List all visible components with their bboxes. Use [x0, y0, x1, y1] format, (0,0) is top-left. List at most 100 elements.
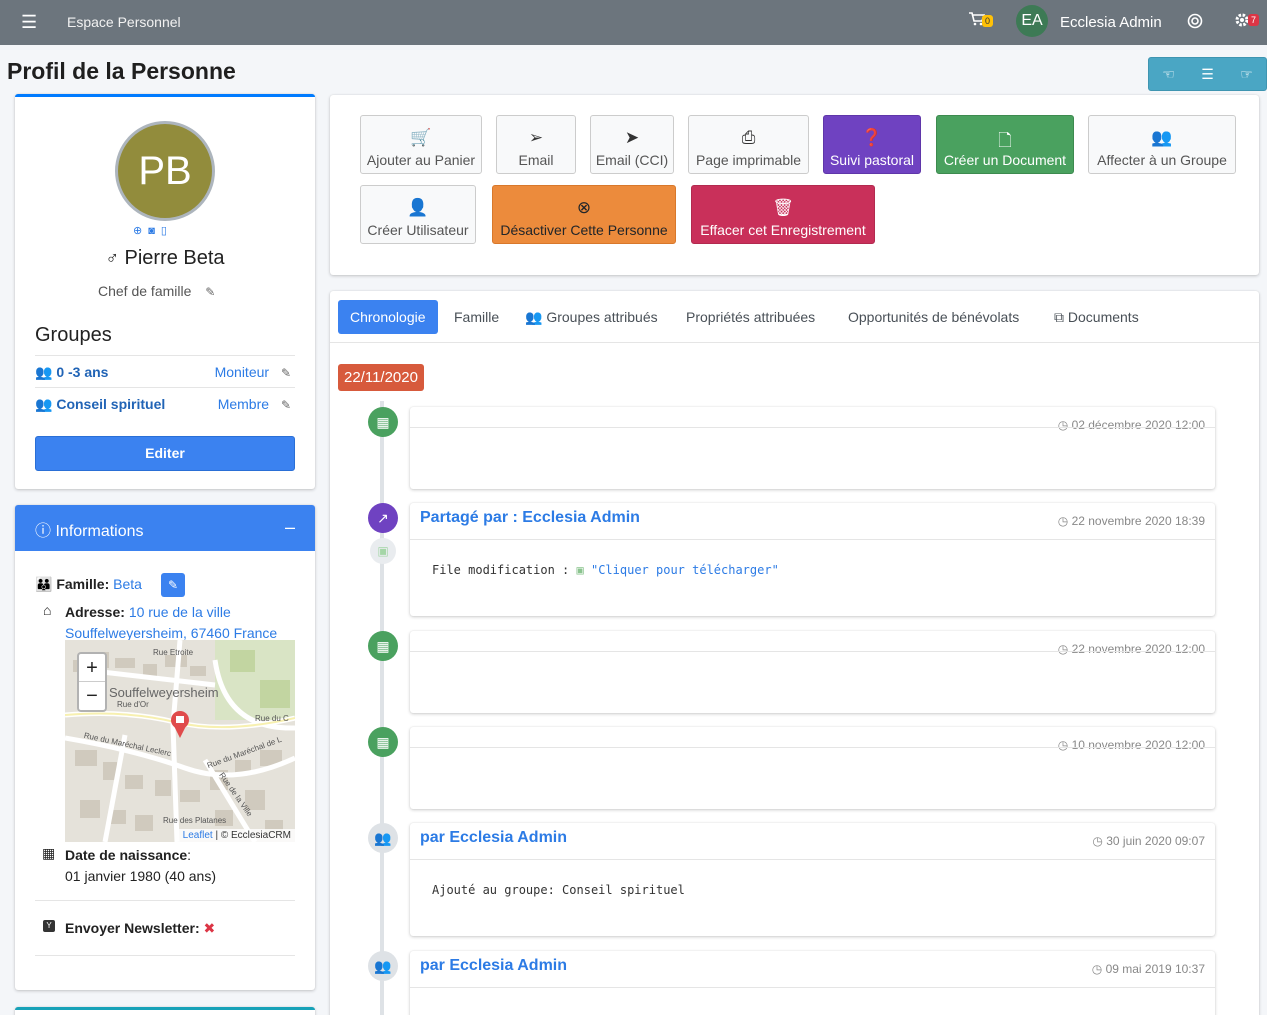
cart-count-badge: 0: [982, 15, 994, 27]
newsletter-row: Envoyer Newsletter: ✖: [65, 920, 215, 937]
page-title: Profil de la Personne: [7, 58, 236, 84]
body-text: File modification :: [432, 563, 577, 577]
add-to-cart-button[interactable]: 🛒 Ajouter au Panier: [360, 115, 482, 174]
address-map[interactable]: Souffelweyersheim Rue Etroite Rue d'Or R…: [65, 640, 295, 842]
users-icon: 👥: [368, 951, 398, 981]
edit-family-button[interactable]: ✎: [161, 573, 185, 597]
timeline-header[interactable]: Partagé par : Ecclesia Admin: [420, 509, 640, 527]
users-icon: 👥: [368, 823, 398, 853]
group-role-text: Moniteur: [214, 364, 270, 380]
paper-plane-outline-icon: ➢: [528, 128, 544, 147]
timeline-time: ◷ 09 mai 2019 10:37: [1091, 962, 1205, 976]
divider: [410, 539, 1215, 540]
user-name[interactable]: Ecclesia Admin: [1060, 14, 1162, 31]
zoom-in-button[interactable]: +: [79, 654, 105, 682]
timeline-line: [380, 401, 384, 1015]
tab-documents[interactable]: ⧉ Documents: [1042, 300, 1151, 334]
pastoral-care-button[interactable]: ❓ Suivi pastoral: [823, 115, 921, 174]
group-name: Conseil spirituel: [56, 396, 166, 412]
time-text: 10 novembre 2020 12:00: [1071, 738, 1205, 752]
time-text: 22 novembre 2020 18:39: [1071, 514, 1205, 528]
tab-proprietes[interactable]: Propriétés attribuées: [674, 300, 827, 334]
tab-famille[interactable]: Famille: [442, 300, 511, 334]
download-link[interactable]: "Cliquer pour télécharger": [591, 563, 779, 577]
page-actions-group: ☜ ☰ ☞: [1148, 57, 1267, 91]
edit-group-role-icon[interactable]: ✎: [281, 366, 291, 380]
hand-point-left-icon[interactable]: ☜: [1149, 58, 1188, 90]
family-link[interactable]: Beta: [113, 576, 142, 592]
timeline-header[interactable]: par Ecclesia Admin: [420, 829, 567, 847]
calendar-icon: ▦: [368, 727, 398, 757]
address-line2-link[interactable]: Souffelweyersheim, 67460 France: [65, 625, 277, 641]
delete-record-button[interactable]: 🗑 Effacer cet Enregistrement: [691, 185, 875, 244]
help-lifering-icon[interactable]: [1187, 13, 1203, 34]
group-role-text: Membre: [217, 396, 270, 412]
email-bcc-button[interactable]: ➤ Email (CCI): [590, 115, 674, 174]
calendar-icon: ▦: [368, 631, 398, 661]
email-button[interactable]: ➢ Email: [496, 115, 576, 174]
create-document-button[interactable]: 🗋 Créer un Document: [936, 115, 1074, 174]
male-icon: ♂: [105, 248, 119, 268]
edit-group-role-icon[interactable]: ✎: [281, 398, 291, 412]
group-role[interactable]: Membre ✎: [218, 396, 291, 412]
zoom-out-button[interactable]: −: [79, 682, 105, 710]
notification-count-badge: 7: [1248, 14, 1260, 26]
calendar-icon: ▦: [368, 407, 398, 437]
zoom-icon[interactable]: ⊕: [133, 225, 148, 237]
timeline-item: ◷ 02 décembre 2020 12:00: [410, 407, 1215, 489]
timeline-time: ◷ 10 novembre 2020 12:00: [1057, 738, 1205, 752]
delete-photo-icon[interactable]: ▯: [161, 225, 173, 237]
group-link[interactable]: 👥 0 -3 ans: [35, 364, 108, 381]
camera-icon[interactable]: ◙: [148, 225, 161, 237]
group-link[interactable]: 👥 Conseil spirituel: [35, 396, 165, 413]
deactivate-person-button[interactable]: ⊗ Désactiver Cette Personne: [492, 185, 676, 244]
button-label: Créer Utilisateur: [367, 222, 469, 238]
create-user-button[interactable]: 👤 Créer Utilisateur: [360, 185, 476, 244]
divider: [35, 955, 295, 956]
user-secret-icon: 👤: [407, 198, 429, 217]
hamburger-menu-icon[interactable]: ☰: [21, 13, 37, 31]
button-label: Affecter à un Groupe: [1097, 152, 1227, 168]
map-zoom-control: + −: [77, 652, 107, 712]
edit-role-icon[interactable]: ✎: [205, 285, 215, 299]
groups-title: Groupes: [35, 324, 112, 346]
info-circle-icon: ⓘ: [35, 523, 52, 540]
group-role[interactable]: Moniteur ✎: [215, 364, 291, 380]
next-card: [15, 1007, 315, 1015]
timeline-body: File modification : ▣ "Cliquer pour télé…: [432, 563, 779, 577]
collapse-icon[interactable]: –: [285, 517, 295, 538]
timeline-item: ◷ 22 novembre 2020 12:00: [410, 631, 1215, 713]
users-icon: 👥: [35, 396, 57, 412]
tab-groupes[interactable]: 👥 Groupes attribués: [513, 300, 670, 334]
list-icon[interactable]: ☰: [1188, 58, 1227, 90]
family-row: 👪 Famille: Beta: [35, 576, 142, 593]
brand-title[interactable]: Espace Personnel: [67, 14, 181, 30]
printable-page-button[interactable]: ⎙ Page imprimable: [688, 115, 809, 174]
timeline-date-label: 22/11/2020: [338, 364, 424, 391]
user-avatar[interactable]: EA: [1016, 5, 1048, 37]
timeline-time: ◷ 22 novembre 2020 12:00: [1057, 642, 1205, 656]
birth-block: Date de naissance: 01 janvier 1980 (40 a…: [65, 847, 216, 884]
profile-card: PB ⊕◙▯ ♂ Pierre Beta Chef de famille ✎ G…: [15, 94, 315, 489]
timeline-item: par Ecclesia Admin ◷ 09 mai 2019 10:37: [410, 951, 1215, 1015]
trash-icon: 🗑: [772, 198, 794, 217]
leaflet-link[interactable]: Leaflet: [183, 830, 213, 841]
address-line1-link[interactable]: 10 rue de la ville: [129, 604, 231, 620]
timeline-item: ◷ 10 novembre 2020 12:00: [410, 727, 1215, 809]
divider: [35, 900, 295, 901]
timeline-header[interactable]: par Ecclesia Admin: [420, 957, 567, 975]
top-navbar: ☰ Espace Personnel 0 EA Ecclesia Admin 7: [0, 0, 1267, 45]
tab-chronologie[interactable]: Chronologie: [338, 300, 438, 334]
tab-benevolats[interactable]: Opportunités de bénévolats: [836, 300, 1031, 334]
hand-point-right-icon[interactable]: ☞: [1227, 58, 1266, 90]
map-street-label: Rue d'Or: [117, 700, 149, 709]
edit-profile-button[interactable]: Editer: [35, 436, 295, 471]
person-role-text: Chef de famille: [98, 283, 192, 299]
home-icon: ⌂: [43, 602, 52, 618]
information-header: ⓘ Informations –: [15, 505, 315, 551]
person-role: Chef de famille ✎: [98, 283, 215, 299]
map-town-label: Souffelweyersheim: [109, 685, 219, 700]
button-label: Email: [518, 152, 554, 168]
assign-group-button[interactable]: 👥 Affecter à un Groupe: [1088, 115, 1236, 174]
time-text: 22 novembre 2020 12:00: [1071, 642, 1205, 656]
